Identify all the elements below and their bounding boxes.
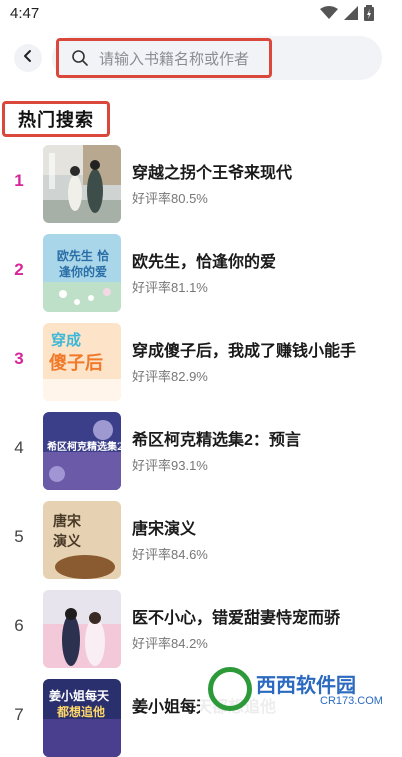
hot-search-header: 热门搜索: [2, 101, 110, 137]
cover-title: 都想追他: [57, 705, 106, 719]
list-item[interactable]: 2 欧先生 恰逢你的爱 欧先生，恰逢你的爱 好评率81.1%: [0, 234, 402, 312]
status-bar: 4:47: [0, 0, 402, 28]
rank-number: 4: [14, 438, 24, 457]
rank-number: 7: [14, 705, 24, 724]
book-title: 穿越之拐个王爷来现代: [132, 165, 293, 182]
watermark-name: 西西软件园: [256, 673, 356, 697]
list-item[interactable]: 1 穿越之拐个王爷来现代 好评率80.5%: [0, 145, 402, 223]
search-bar[interactable]: 请输入书籍名称或作者: [52, 36, 382, 80]
book-cover: 欧先生 恰逢你的爱: [43, 234, 121, 312]
book-cover: 希区柯克精选集2: [43, 412, 121, 490]
cover-title: 演义: [53, 534, 81, 550]
book-cover: [43, 145, 121, 223]
book-rating: 好评率80.5%: [132, 191, 208, 206]
back-button[interactable]: [14, 44, 42, 72]
watermark: 西西软件园 CR173.COM: [200, 663, 402, 715]
chevron-left-icon: [22, 49, 34, 68]
list-item[interactable]: 3 穿成 傻子后 穿成傻子后，我成了赚钱小能手 好评率82.9%: [0, 323, 402, 401]
book-rating: 好评率84.6%: [132, 547, 208, 562]
book-cover: 穿成 傻子后: [43, 323, 121, 401]
rank-number: 5: [14, 527, 24, 546]
rank-number: 3: [14, 349, 24, 368]
book-cover: [43, 590, 121, 668]
book-cover: 唐宋 演义: [43, 501, 121, 579]
search-icon: [71, 49, 89, 67]
book-rating: 好评率93.1%: [132, 458, 208, 473]
book-rating: 好评率84.2%: [132, 636, 208, 651]
book-title: 医不小心，错爱甜妻恃宠而骄: [132, 610, 341, 627]
rank-number: 6: [14, 616, 24, 635]
watermark-logo-icon: [208, 667, 252, 711]
cover-title: 姜小姐每天: [49, 689, 110, 703]
rank-number: 1: [14, 171, 24, 190]
cover-title: 傻子后: [49, 353, 103, 374]
list-item[interactable]: 5 唐宋 演义 唐宋演义 好评率84.6%: [0, 501, 402, 579]
book-title: 唐宋演义: [132, 521, 197, 538]
signal-icon: [344, 6, 358, 25]
cover-title: 希区柯克精选集2: [47, 442, 121, 453]
search-placeholder: 请输入书籍名称或作者: [99, 50, 250, 68]
battery-icon: [364, 5, 374, 26]
book-title: 希区柯克精选集2：预言: [132, 432, 301, 449]
wifi-icon: [320, 6, 338, 25]
section-title: 热门搜索: [18, 110, 94, 130]
list-item[interactable]: 6 医不小心，错爱甜妻恃宠而骄 好评率84.2%: [0, 590, 402, 668]
status-time: 4:47: [10, 5, 40, 22]
list-item[interactable]: 4 希区柯克精选集2 希区柯克精选集2：预言 好评率93.1%: [0, 412, 402, 490]
cover-title: 穿成: [51, 331, 82, 349]
watermark-url: CR173.COM: [320, 695, 383, 707]
cover-title: 欧先生 恰逢你的爱: [56, 249, 110, 279]
book-rating: 好评率81.1%: [132, 280, 208, 295]
rank-number: 2: [14, 260, 24, 279]
book-title: 欧先生，恰逢你的爱: [132, 254, 277, 271]
book-cover: 姜小姐每天 都想追他: [43, 679, 121, 757]
book-rating: 好评率82.9%: [132, 369, 208, 384]
book-title: 穿成傻子后，我成了赚钱小能手: [132, 343, 357, 360]
search-input[interactable]: 请输入书籍名称或作者: [56, 38, 272, 78]
status-icons: [320, 5, 374, 26]
cover-title: 唐宋: [53, 514, 81, 530]
